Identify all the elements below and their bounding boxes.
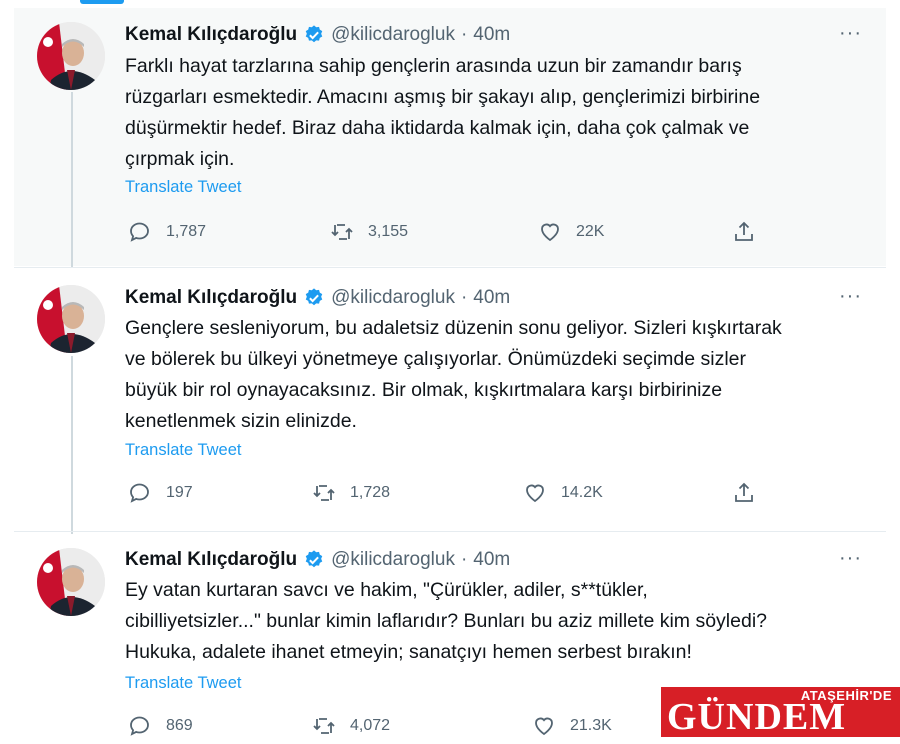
like-count: 14.2K — [561, 484, 603, 501]
tweet-header: Kemal Kılıçdaroğlu @kilicdarogluk · 40m — [125, 285, 510, 311]
heart-icon — [541, 223, 559, 242]
share-icon — [735, 482, 753, 502]
author-handle[interactable]: @kilicdarogluk — [331, 287, 455, 309]
tweet-text-line: büyük bir rol oynayacaksınız. Bir olmak,… — [125, 379, 723, 401]
tweet-text-line: Gençlere sesleniyorum, bu adaletsiz düze… — [125, 317, 782, 339]
separator-dot: · — [460, 549, 468, 570]
gundem-logo: ATAŞEHİR'DE GÜNDEM — [661, 687, 900, 737]
tweet-text-line: Hukuka, adalete ihanet etmeyin; sanatçıy… — [125, 641, 692, 663]
tweet-text-line: düşürmektir hedef. Biraz daha iktidarda … — [125, 117, 750, 139]
share-button[interactable] — [732, 481, 770, 505]
author-name[interactable]: Kemal Kılıçdaroğlu — [125, 24, 297, 46]
heart-icon — [526, 484, 544, 503]
like-button[interactable]: 22K — [538, 220, 604, 244]
like-button[interactable]: 21.3K — [532, 714, 612, 738]
verified-badge-icon — [305, 25, 323, 43]
avatar[interactable] — [37, 548, 105, 616]
translate-tweet-link[interactable]: Translate Tweet — [125, 674, 241, 693]
translate-tweet-link[interactable]: Translate Tweet — [125, 178, 241, 197]
tweet-text-line: rüzgarları esmektedir. Amacını aşmış bir… — [125, 86, 761, 108]
tweet-actions: 1,787 3,155 22K — [120, 220, 780, 250]
author-name[interactable]: Kemal Kılıçdaroğlu — [125, 287, 297, 309]
tweet-text: Farklı hayat tarzlarına sahip gençlerin … — [125, 51, 875, 175]
reply-count: 869 — [166, 717, 193, 734]
retweet-icon — [313, 718, 335, 734]
separator-dot: · — [460, 287, 468, 308]
tweet-text: Ey vatan kurtaran savcı ve hakim, "Çürük… — [125, 575, 875, 668]
reply-button[interactable]: 1,787 — [128, 220, 206, 244]
like-count: 22K — [576, 223, 605, 240]
reply-button[interactable]: 869 — [128, 714, 193, 738]
retweet-button[interactable]: 1,728 — [312, 481, 390, 505]
more-options-icon[interactable]: ··· — [839, 547, 862, 570]
author-handle[interactable]: @kilicdarogluk — [331, 24, 455, 46]
more-options-icon[interactable]: ··· — [839, 22, 862, 45]
tweet-text: Gençlere sesleniyorum, bu adaletsiz düze… — [125, 313, 875, 437]
tweet-time[interactable]: 40m — [473, 24, 510, 46]
retweet-count: 1,728 — [350, 484, 391, 501]
retweet-button[interactable]: 3,155 — [330, 220, 408, 244]
reply-icon — [130, 222, 149, 242]
separator-dot: · — [460, 24, 468, 45]
reply-icon — [130, 716, 149, 736]
like-count: 21.3K — [570, 717, 612, 734]
tweet-header: Kemal Kılıçdaroğlu @kilicdarogluk · 40m — [125, 22, 510, 48]
reply-count: 1,787 — [166, 223, 207, 240]
tweet-text-line: Ey vatan kurtaran savcı ve hakim, "Çürük… — [125, 579, 648, 601]
reply-button[interactable]: 197 — [128, 481, 193, 505]
thread-connector — [71, 356, 73, 534]
tweet-text-line: çırpmak için. — [125, 148, 235, 170]
retweet-count: 3,155 — [368, 223, 409, 240]
heart-icon — [535, 717, 553, 736]
verified-badge-icon — [305, 550, 323, 568]
like-button[interactable]: 14.2K — [523, 481, 603, 505]
author-name[interactable]: Kemal Kılıçdaroğlu — [125, 549, 297, 571]
avatar[interactable] — [37, 285, 105, 353]
retweet-icon — [313, 485, 335, 501]
tweet-header: Kemal Kılıçdaroğlu @kilicdarogluk · 40m — [125, 547, 510, 573]
avatar[interactable] — [37, 22, 105, 90]
tweet-time[interactable]: 40m — [473, 287, 510, 309]
tweet-text-line: ve bölerek bu ülkeyi yönetmeye çalışıyor… — [125, 348, 747, 370]
more-options-icon[interactable]: ··· — [839, 285, 862, 308]
tweet-text-line: cibilliyetsizler..." bunlar kimin laflar… — [125, 610, 767, 632]
reply-icon — [130, 483, 149, 503]
tweet-time[interactable]: 40m — [473, 549, 510, 571]
verified-badge-icon — [305, 288, 323, 306]
tweet-text-line: kenetlenmek sizin elinizde. — [125, 410, 357, 432]
share-button[interactable] — [732, 220, 770, 244]
share-icon — [735, 221, 753, 241]
thread-connector — [71, 92, 73, 268]
retweet-button[interactable]: 4,072 — [312, 714, 390, 738]
retweet-count: 4,072 — [350, 717, 391, 734]
top-accent-bar — [80, 0, 124, 4]
translate-tweet-link[interactable]: Translate Tweet — [125, 441, 241, 460]
logo-title: GÜNDEM — [667, 696, 847, 737]
retweet-icon — [331, 224, 353, 240]
tweet-actions: 197 1,728 14.2K — [120, 481, 780, 511]
author-handle[interactable]: @kilicdarogluk — [331, 549, 455, 571]
tweet-text-line: Farklı hayat tarzlarına sahip gençlerin … — [125, 55, 742, 77]
reply-count: 197 — [166, 484, 193, 501]
